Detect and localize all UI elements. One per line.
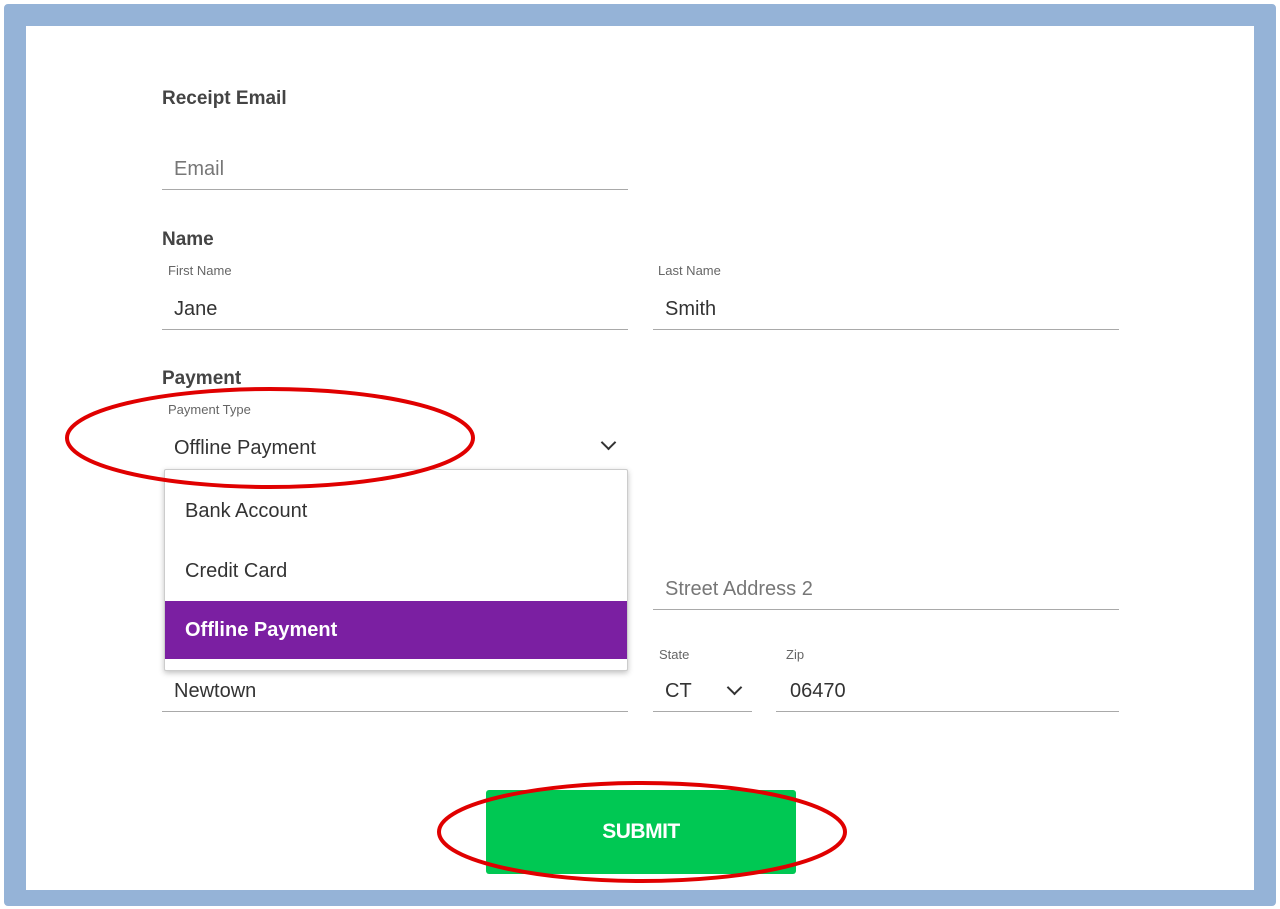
email-field[interactable]: Email [162,148,628,190]
zip-field[interactable]: 06470 [776,666,1119,712]
email-placeholder: Email [174,158,225,180]
receipt-email-heading: Receipt Email [162,88,287,109]
last-name-field[interactable]: Smith [653,284,1119,330]
payment-heading: Payment [162,368,242,389]
state-label: State [659,647,690,662]
option-credit-card[interactable]: Credit Card [165,542,627,600]
state-value: CT [665,680,692,702]
option-offline-payment[interactable]: Offline Payment [165,601,627,659]
first-name-value: Jane [174,298,218,320]
zip-label: Zip [786,647,805,662]
street-address-2-placeholder: Street Address 2 [665,578,813,600]
zip-value: 06470 [790,680,846,702]
chevron-down-icon [600,434,617,451]
street-address-2-field[interactable]: Street Address 2 [653,564,1119,610]
payment-type-select[interactable]: Offline Payment [162,422,628,468]
city-value: Newtown [174,680,257,702]
chevron-down-icon [726,679,743,696]
payment-type-label: Payment Type [168,402,251,417]
last-name-value: Smith [665,298,717,320]
name-heading: Name [162,229,214,250]
first-name-field[interactable]: Jane [162,284,628,330]
payment-type-dropdown: Bank Account Credit Card Offline Payment [164,469,628,671]
payment-type-value: Offline Payment [174,437,316,459]
submit-button[interactable]: SUBMIT [486,790,796,874]
first-name-label: First Name [168,263,232,278]
state-select[interactable]: CT [653,666,752,712]
last-name-label: Last Name [658,263,721,278]
city-field[interactable]: Newtown [162,666,628,712]
option-bank-account[interactable]: Bank Account [165,482,627,540]
